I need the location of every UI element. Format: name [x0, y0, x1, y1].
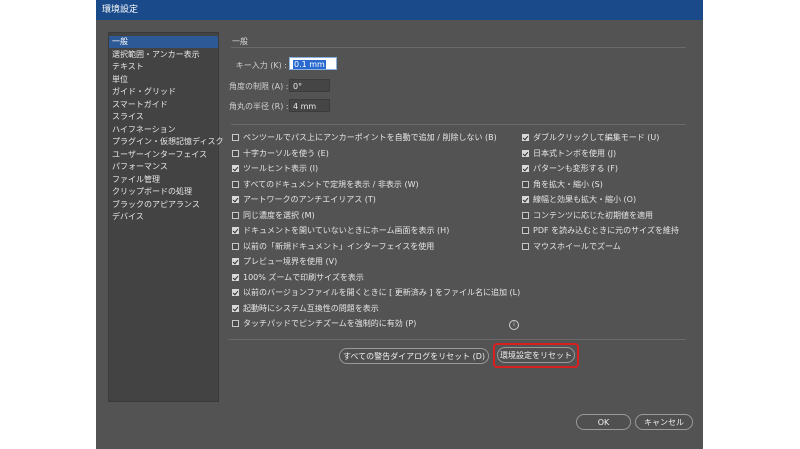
sidebar-item-guides-grid[interactable]: ガイド・グリッド	[109, 86, 218, 98]
constrain-angle-input[interactable]: 0°	[289, 79, 330, 92]
sidebar-item-user-interface[interactable]: ユーザーインターフェイス	[109, 149, 218, 161]
checkbox[interactable]	[232, 320, 239, 327]
checkbox[interactable]	[522, 134, 529, 141]
sidebar-item-smart-guides[interactable]: スマートガイド	[109, 99, 218, 111]
reset-warnings-button[interactable]: すべての警告ダイアログをリセット (D)	[339, 348, 489, 364]
checkbox[interactable]	[522, 196, 529, 203]
cancel-button[interactable]: キャンセル	[635, 414, 693, 430]
key-increment-input[interactable]: 0.1 mm	[289, 57, 337, 70]
checkbox[interactable]	[232, 258, 239, 265]
title-bar[interactable]: 環境設定	[96, 0, 703, 20]
sidebar-item-file-handling[interactable]: ファイル管理	[109, 174, 218, 186]
sidebar-item-units[interactable]: 単位	[109, 74, 218, 86]
checkbox[interactable]	[522, 211, 529, 219]
checkbox[interactable]	[232, 211, 239, 219]
checkbox[interactable]	[232, 165, 239, 172]
checkbox[interactable]	[522, 227, 529, 234]
ok-button[interactable]: OK	[576, 414, 631, 430]
checkbox[interactable]	[522, 242, 529, 250]
sidebar-item-slices[interactable]: スライス	[109, 111, 218, 123]
sidebar-item-selection-anchor[interactable]: 選択範囲・アンカー表示	[109, 49, 218, 61]
preferences-dialog: 環境設定 一般 選択範囲・アンカー表示 テキスト 単位 ガイド・グリッド スマー…	[96, 0, 703, 449]
sidebar-item-devices[interactable]: デバイス	[109, 211, 218, 223]
checkbox[interactable]	[522, 165, 529, 172]
general-panel: 一般 キー入力 (K) : 0.1 mm 角度の制限 (A) : 0° 角丸の半…	[229, 32, 686, 342]
section-divider	[231, 47, 686, 48]
sidebar-item-clipboard[interactable]: クリップボードの処理	[109, 186, 218, 198]
buttons-divider	[228, 339, 686, 340]
key-increment-label: キー入力 (K) :	[235, 61, 287, 70]
section-title: 一般	[232, 37, 248, 46]
sidebar-item-performance[interactable]: パフォーマンス	[109, 161, 218, 173]
checkbox[interactable]	[232, 304, 239, 312]
checkbox[interactable]	[232, 273, 239, 281]
checkbox[interactable]	[522, 149, 529, 157]
info-icon[interactable]: i	[509, 320, 519, 330]
checkbox[interactable]	[522, 180, 529, 188]
sidebar-item-plugins-scratch[interactable]: プラグイン・仮想記憶ディスク	[109, 136, 223, 148]
checkbox[interactable]	[232, 134, 239, 141]
checkbox[interactable]	[232, 227, 239, 234]
window-title: 環境設定	[102, 5, 139, 15]
sidebar-item-hyphenation[interactable]: ハイフネーション	[109, 124, 218, 136]
category-sidebar: 一般 選択範囲・アンカー表示 テキスト 単位 ガイド・グリッド スマートガイド …	[108, 32, 223, 402]
sidebar-item-type[interactable]: テキスト	[109, 61, 218, 73]
checkbox[interactable]	[232, 196, 239, 203]
constrain-angle-label: 角度の制限 (A) :	[229, 82, 289, 91]
sidebar-item-general[interactable]: 一般	[109, 36, 218, 48]
checkbox[interactable]	[232, 180, 239, 188]
checkbox[interactable]	[232, 289, 239, 296]
checkbox[interactable]	[232, 242, 239, 250]
sidebar-item-black-appearance[interactable]: ブラックのアピアランス	[109, 199, 218, 211]
corner-radius-input[interactable]: 4 mm	[289, 99, 330, 112]
corner-radius-label: 角丸の半径 (R) :	[229, 102, 289, 111]
options-divider	[231, 124, 686, 125]
checkbox[interactable]	[232, 149, 239, 157]
reset-preferences-button[interactable]: 環境設定をリセット	[497, 347, 575, 363]
